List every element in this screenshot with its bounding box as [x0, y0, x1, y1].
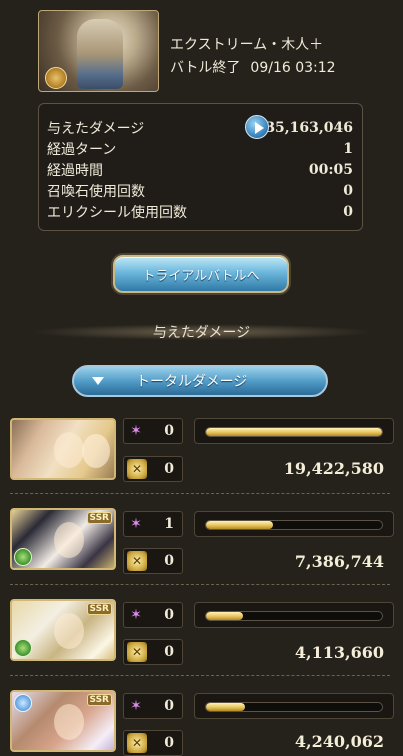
stat-value: 00:05	[308, 161, 353, 178]
party-member-row: SSR ✶ 1 ✕ 0 7,386,744	[10, 508, 394, 593]
character-portrait[interactable]: SSR	[10, 690, 116, 752]
stat-label: 召喚石使用回数	[47, 183, 145, 200]
skill-icon: ✕	[127, 733, 147, 753]
skill-icon: ✕	[127, 551, 147, 571]
stat-row-summons: 召喚石使用回数 0	[47, 180, 353, 201]
dropdown-selected: トータルダメージ	[136, 374, 248, 390]
quest-header: エクストリーム・木人＋ バトル終了 09/16 03:12	[38, 10, 368, 92]
row-divider	[10, 584, 390, 585]
damage-value: 4,240,062	[294, 732, 384, 751]
damage-bar-track	[205, 611, 383, 621]
charge-attack-counter: ✶ 1	[123, 511, 183, 537]
skill-counter: ✕ 0	[123, 456, 183, 482]
wind-element-icon	[14, 548, 32, 566]
skill-count: 0	[164, 553, 174, 569]
character-portrait[interactable]: SSR	[10, 599, 116, 661]
damage-type-dropdown[interactable]: トータルダメージ	[72, 365, 328, 397]
element-icon	[45, 67, 67, 89]
skill-icon: ✕	[127, 642, 147, 662]
damage-bar	[194, 693, 394, 719]
character-portrait[interactable]	[10, 418, 116, 480]
party-member-row: SSR ✶ 0 ✕ 0 4,240,062	[10, 690, 394, 756]
chevron-down-icon	[92, 377, 104, 385]
charge-attack-icon: ✶	[130, 607, 142, 623]
stat-value: 1	[343, 140, 353, 157]
portrait-face	[82, 434, 110, 468]
skill-counter: ✕ 0	[123, 730, 183, 756]
stat-label: 与えたダメージ	[47, 120, 145, 137]
trial-battle-button[interactable]: トライアルバトルへ	[113, 255, 289, 293]
party-member-row: ✶ 0 ✕ 0 19,422,580	[10, 418, 394, 503]
charge-attack-counter: ✶ 0	[123, 693, 183, 719]
stat-value: 35,163,046	[265, 119, 353, 136]
skill-count: 0	[164, 735, 174, 751]
stat-row-time: 経過時間 00:05	[47, 159, 353, 180]
boss-image	[77, 19, 123, 89]
skill-counter: ✕ 0	[123, 548, 183, 574]
skill-counter: ✕ 0	[123, 639, 183, 665]
damage-bar-track	[205, 520, 383, 530]
stat-row-turns: 経過ターン 1	[47, 138, 353, 159]
portrait-face	[54, 704, 84, 740]
portrait-face	[54, 522, 84, 558]
wind-element-icon	[14, 639, 32, 657]
damage-bar-fill	[206, 521, 273, 529]
rarity-badge: SSR	[86, 603, 112, 615]
quest-title: エクストリーム・木人＋	[170, 37, 324, 53]
stat-value: 0	[343, 182, 353, 199]
stat-value: 0	[343, 203, 353, 220]
charge-attack-icon: ✶	[130, 516, 142, 532]
rarity-badge: SSR	[86, 694, 112, 706]
damage-value: 4,113,660	[294, 643, 384, 662]
damage-bar	[194, 602, 394, 628]
charge-attack-icon: ✶	[130, 698, 142, 714]
damage-bar-track	[205, 702, 383, 712]
damage-bar	[194, 418, 394, 444]
charge-attack-count: 0	[164, 607, 174, 623]
stat-label: 経過時間	[47, 162, 103, 179]
quest-status: バトル終了 09/16 03:12	[170, 57, 336, 77]
stat-label: 経過ターン	[47, 141, 117, 158]
damage-bar	[194, 511, 394, 537]
character-portrait[interactable]: SSR	[10, 508, 116, 570]
rarity-badge: SSR	[86, 512, 112, 524]
charge-attack-counter: ✶ 0	[123, 602, 183, 628]
damage-bar-fill	[206, 612, 243, 620]
charge-attack-count: 0	[164, 423, 174, 439]
row-divider	[10, 493, 390, 494]
battle-status: バトル終了	[170, 60, 241, 76]
charge-attack-count: 1	[164, 516, 174, 532]
damage-value: 19,422,580	[283, 459, 384, 478]
portrait-face	[54, 613, 84, 649]
battle-timestamp: 09/16 03:12	[250, 60, 336, 76]
charge-attack-count: 0	[164, 698, 174, 714]
damage-bar-fill	[206, 703, 245, 711]
party-member-row: SSR ✶ 0 ✕ 0 4,113,660	[10, 599, 394, 684]
portrait-face	[54, 432, 84, 468]
charge-attack-counter: ✶ 0	[123, 418, 183, 444]
water-element-icon	[14, 694, 32, 712]
damage-value: 7,386,744	[294, 552, 384, 571]
row-divider	[10, 675, 390, 676]
skill-icon: ✕	[127, 459, 147, 479]
stat-label: エリクシール使用回数	[47, 204, 187, 221]
stat-row-damage: 与えたダメージ 35,163,046	[47, 117, 353, 138]
skill-count: 0	[164, 644, 174, 660]
charge-attack-icon: ✶	[130, 423, 142, 439]
boss-thumbnail	[38, 10, 159, 92]
skill-count: 0	[164, 461, 174, 477]
battle-stats-panel: 与えたダメージ 35,163,046 経過ターン 1 経過時間 00:05 召喚…	[38, 103, 363, 231]
play-icon[interactable]	[245, 115, 269, 139]
damage-bar-track	[205, 427, 383, 437]
damage-bar-fill	[206, 428, 382, 436]
section-title: 与えたダメージ	[0, 318, 403, 346]
stat-row-elixirs: エリクシール使用回数 0	[47, 201, 353, 222]
